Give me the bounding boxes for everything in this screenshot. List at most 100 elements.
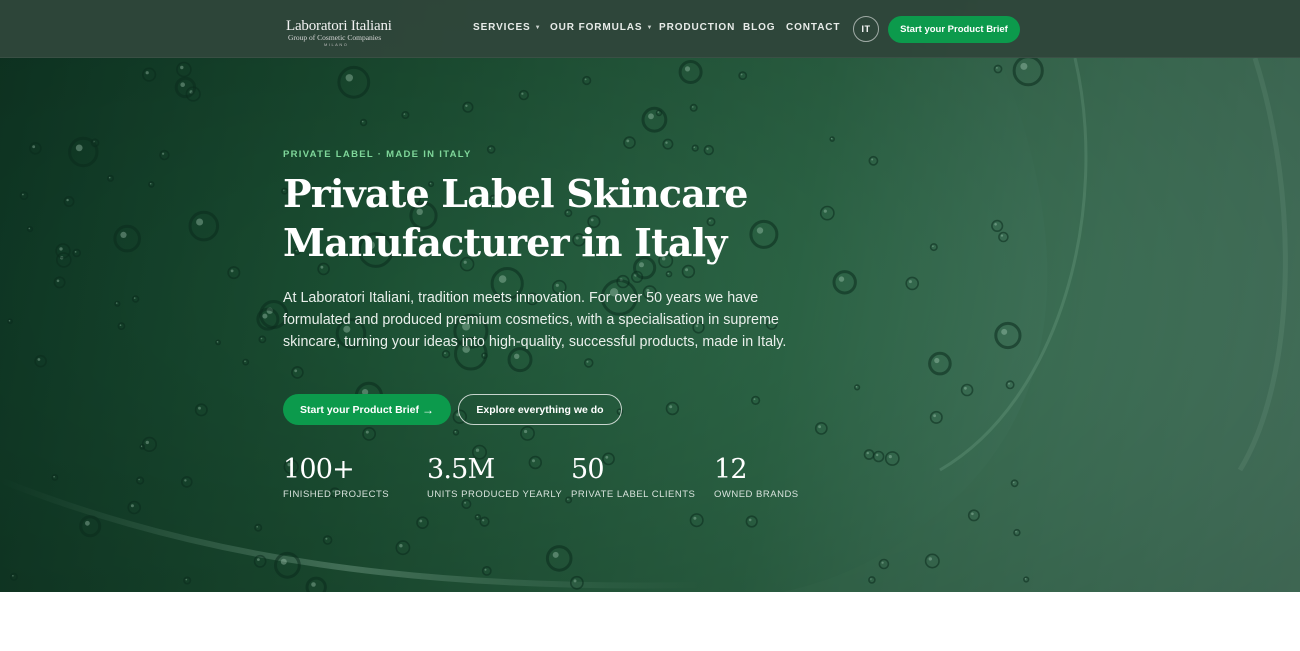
droplet-highlight [971,512,974,516]
droplet-highlight [130,504,134,508]
droplet-highlight [871,158,874,161]
nav-item-label: BLOG [743,22,776,33]
droplet-highlight [184,479,187,482]
droplet-highlight [198,406,201,410]
droplet-highlight [870,578,872,580]
droplet-highlight [256,526,259,528]
site-header: Laboratori Italiani Group of Cosmetic Co… [0,0,1300,58]
droplet-highlight [454,430,457,433]
droplet-highlight [866,451,869,455]
site-logo[interactable]: Laboratori Italiani Group of Cosmetic Co… [286,18,396,48]
stat-private-label-clients: 50 PRIVATE LABEL CLIENTS [571,454,695,500]
droplet-highlight [1012,481,1015,484]
droplet-highlight [365,430,369,434]
stat-value: 3.5M [427,454,495,485]
droplet-highlight [399,544,403,548]
droplet-highlight [830,137,833,140]
droplet-highlight [180,82,185,87]
droplet-highlight [573,579,577,583]
droplet-highlight [403,113,406,115]
stat-finished-projects: 100+ FINISHED PROJECTS [283,454,389,500]
droplet-highlight [855,385,858,388]
stat-label: FINISHED PROJECTS [283,489,390,500]
stat-units-produced: 3.5M UNITS PRODUCED YEARLY [427,454,562,500]
droplet-highlight [464,501,467,504]
droplet-highlight [230,269,234,273]
droplet-highlight [74,251,77,253]
hero-section: Laboratori Italiani Group of Cosmetic Co… [0,0,1300,592]
droplet-highlight [665,141,668,144]
droplet-highlight [12,575,14,577]
droplet-highlight [928,557,932,561]
droplet-highlight [120,231,127,238]
droplet-highlight [1024,578,1027,580]
droplet-highlight [693,146,696,149]
droplet-highlight [838,276,845,282]
droplet-highlight [28,227,31,230]
nav-item-label: PRODUCTION [659,22,736,33]
stat-owned-brands: 12 OWNED BRANDS [714,454,799,500]
nav-item-label: SERVICES [473,22,531,33]
language-switch-button[interactable]: IT [853,16,879,42]
droplet-highlight [482,354,485,356]
droplet-highlight [244,360,246,363]
droplet-highlight [818,425,821,429]
page-title: Private Label Skincare Manufacturer in I… [283,169,803,267]
start-product-brief-button[interactable]: Start your Product Brief → [283,394,451,425]
droplet-highlight [8,319,11,322]
nav-item-contact[interactable]: CONTACT [786,22,840,33]
droplet-highlight [934,357,940,364]
droplet-highlight [180,65,184,70]
nav-item-our-formulas[interactable]: OUR FORMULAS ▼ [550,22,653,33]
droplet-highlight [56,279,60,283]
droplet-highlight [484,568,487,571]
arrow-right-icon: → [422,402,435,417]
droplet-highlight [876,453,879,457]
droplet-highlight [684,66,691,72]
droplet-highlight [311,582,316,587]
droplet-highlight [586,360,589,363]
droplet-highlight [345,74,353,82]
logo-city: MILANO [324,42,349,47]
droplet-highlight [1015,530,1017,533]
droplet-highlight [693,516,697,520]
logo-tagline: Group of Cosmetic Companies [288,33,382,42]
droplet-highlight [149,182,152,185]
droplet-highlight [119,324,122,327]
droplet-highlight [552,551,559,558]
droplet-highlight [823,209,827,213]
droplet-highlight [706,147,709,150]
droplet-highlight [498,275,507,283]
nav-item-services[interactable]: SERVICES ▼ [473,22,541,33]
droplet-highlight [657,111,659,113]
stat-label: PRIVATE LABEL CLIENTS [571,489,696,500]
nav-item-label: CONTACT [786,22,841,33]
nav-item-blog[interactable]: BLOG [743,22,776,33]
page-title-line-1: Private Label Skincare [283,171,748,216]
droplet-highlight [162,152,165,155]
start-product-brief-label: Start your Product Brief [299,403,420,416]
droplet-highlight [748,518,752,522]
hero-description: At Laboratori Italiani, tradition meets … [283,290,787,350]
droplet-highlight [753,398,756,401]
droplet-highlight [964,386,967,390]
droplet-highlight [37,358,41,361]
droplet-highlight [584,78,587,81]
droplet-highlight [294,369,298,373]
droplet-highlight [740,73,743,76]
logo-wordmark: Laboratori Italiani [286,18,392,34]
droplet-highlight [1001,328,1008,335]
droplet-highlight [994,223,997,226]
droplet-highlight [138,478,140,481]
droplet-highlight [257,558,260,561]
header-product-brief-button[interactable]: Start your Product Brief [888,16,1020,43]
droplet-highlight [145,440,149,445]
droplet-highlight [260,337,263,340]
nav-item-production[interactable]: PRODUCTION [659,22,735,33]
droplet-highlight [1008,382,1010,385]
explore-everything-button[interactable]: Explore everything we do [458,394,622,425]
droplet-highlight [669,405,673,409]
droplet-highlight [932,245,934,247]
droplet-highlight [419,519,423,523]
chevron-down-icon: ▼ [646,24,654,31]
